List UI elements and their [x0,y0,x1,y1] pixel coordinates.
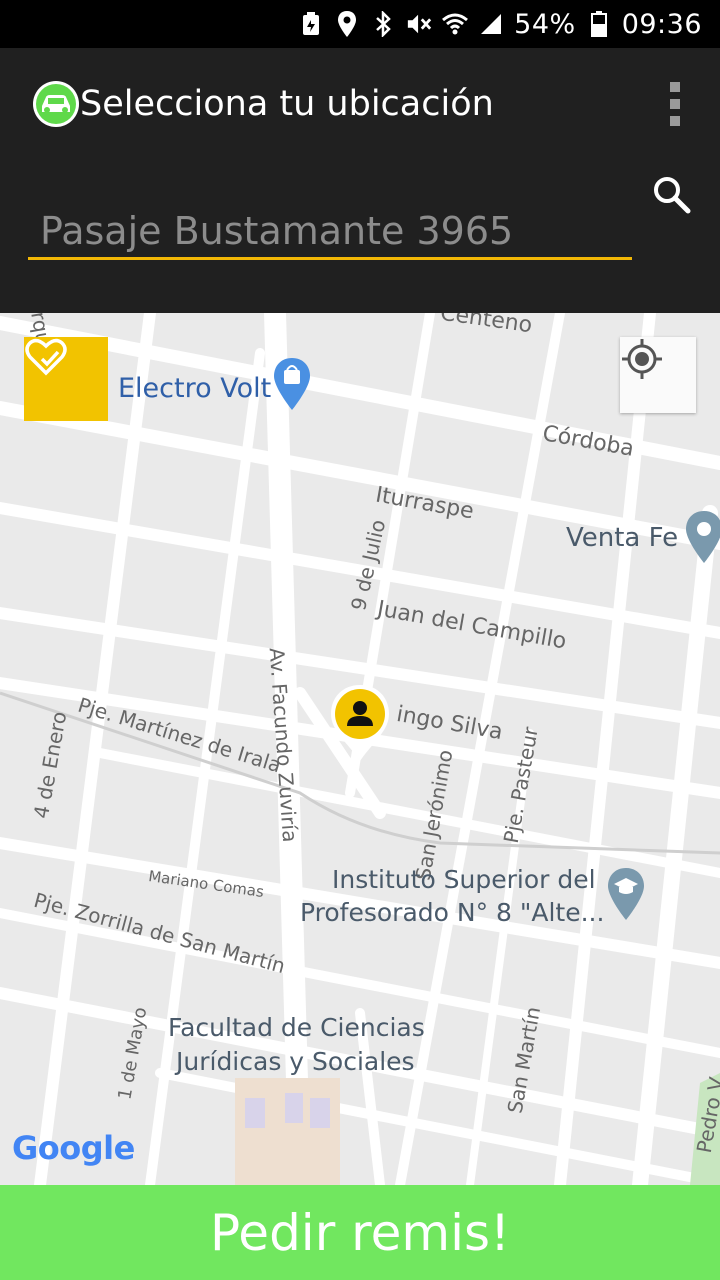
search-input[interactable] [28,204,632,260]
poi-label[interactable]: Jurídicas y Sociales [176,1047,415,1076]
order-remis-button[interactable]: Pedir remis! [0,1185,720,1280]
wifi-icon [442,11,469,37]
location-icon [334,11,360,37]
overflow-menu-icon[interactable] [660,82,690,126]
map-view[interactable]: Centeno Urquiza Córdoba Iturraspe 9 de J… [0,313,720,1185]
search-icon[interactable] [652,175,692,215]
signal-icon [478,11,504,37]
battery-percent: 54% [514,8,576,40]
battery-saver-icon [298,11,324,37]
status-icons: 54% 09:36 [298,0,720,48]
poi-label[interactable]: Electro Volt [118,373,271,404]
page-title: Selecciona tu ubicación [80,84,494,124]
poi-label[interactable]: Instituto Superior del [332,865,596,894]
poi-label[interactable]: Profesorado N° 8 "Alte... [300,898,604,927]
my-location-button[interactable] [620,337,696,413]
mute-icon [406,11,432,37]
favorites-button[interactable] [24,337,108,421]
app-bar: Selecciona tu ubicación [0,48,720,160]
bluetooth-icon [370,11,396,37]
poi-label[interactable]: Facultad de Ciencias [168,1013,425,1042]
clock: 09:36 [621,8,702,40]
google-logo: Google [12,1129,135,1167]
search-bar [0,160,720,313]
battery-icon [586,11,612,37]
status-bar: 54% 09:36 [0,0,720,48]
poi-label[interactable]: Venta Fe [566,523,678,553]
car-logo-icon [32,80,80,128]
